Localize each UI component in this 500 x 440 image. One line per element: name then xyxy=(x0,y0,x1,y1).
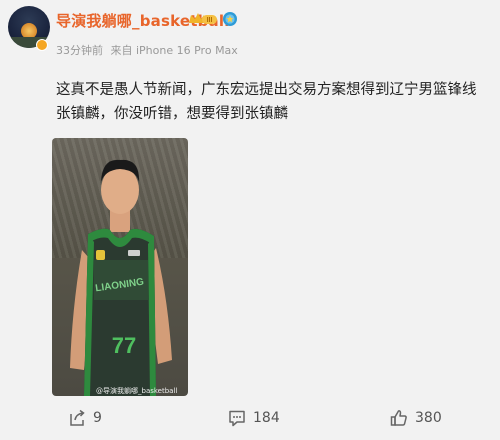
weibo-post-card: 导演我躺哪_basketball III 33分钟前 来自 iPhone 16 … xyxy=(0,0,500,440)
share-icon xyxy=(70,409,85,426)
medal-icon[interactable] xyxy=(222,11,238,27)
post-time[interactable]: 33分钟前 xyxy=(56,44,103,57)
post-text[interactable]: 这真不是愚人节新闻，广东宏远提出交易方案想得到辽宁男篮锋线张镇麟，你没听错，想要… xyxy=(56,78,486,126)
share-count: 9 xyxy=(93,410,102,426)
verified-v-icon xyxy=(36,39,48,51)
post-image[interactable]: LIAONING 77 xyxy=(52,138,188,396)
action-bar: 9 184 380 xyxy=(0,406,500,430)
vip-crown-icon[interactable]: III xyxy=(188,12,218,26)
comment-count: 184 xyxy=(253,410,280,426)
player-figure: LIAONING 77 xyxy=(70,159,172,396)
vip-level: III xyxy=(207,17,213,24)
comment-button[interactable]: 184 xyxy=(228,406,280,430)
post-source: 来自 iPhone 16 Pro Max xyxy=(110,44,238,57)
post-meta: 33分钟前 来自 iPhone 16 Pro Max xyxy=(56,42,242,58)
like-button[interactable]: 380 xyxy=(390,406,442,430)
jersey-number: 77 xyxy=(112,333,136,358)
image-watermark: @导演我躺哪_basketball xyxy=(96,387,178,395)
share-button[interactable]: 9 xyxy=(68,406,102,430)
like-count: 380 xyxy=(415,410,442,426)
comment-icon xyxy=(229,410,245,427)
like-icon xyxy=(390,410,407,426)
